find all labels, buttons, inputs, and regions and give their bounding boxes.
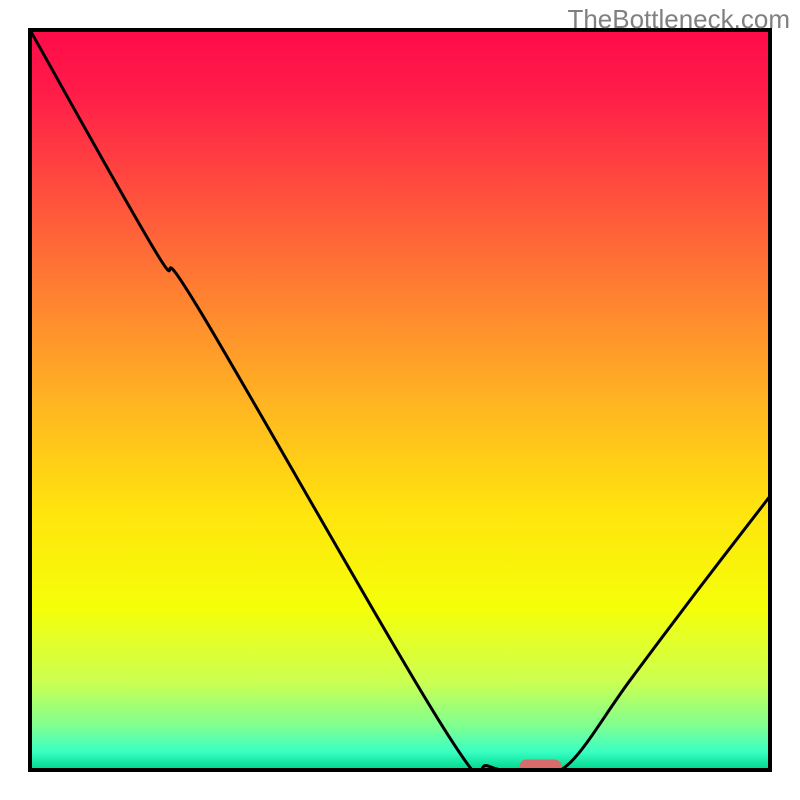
- gradient-background: [30, 30, 770, 770]
- chart-svg: [0, 0, 800, 800]
- watermark: TheBottleneck.com: [567, 4, 790, 35]
- optimal-marker: [520, 760, 562, 775]
- bottleneck-chart: TheBottleneck.com: [0, 0, 800, 800]
